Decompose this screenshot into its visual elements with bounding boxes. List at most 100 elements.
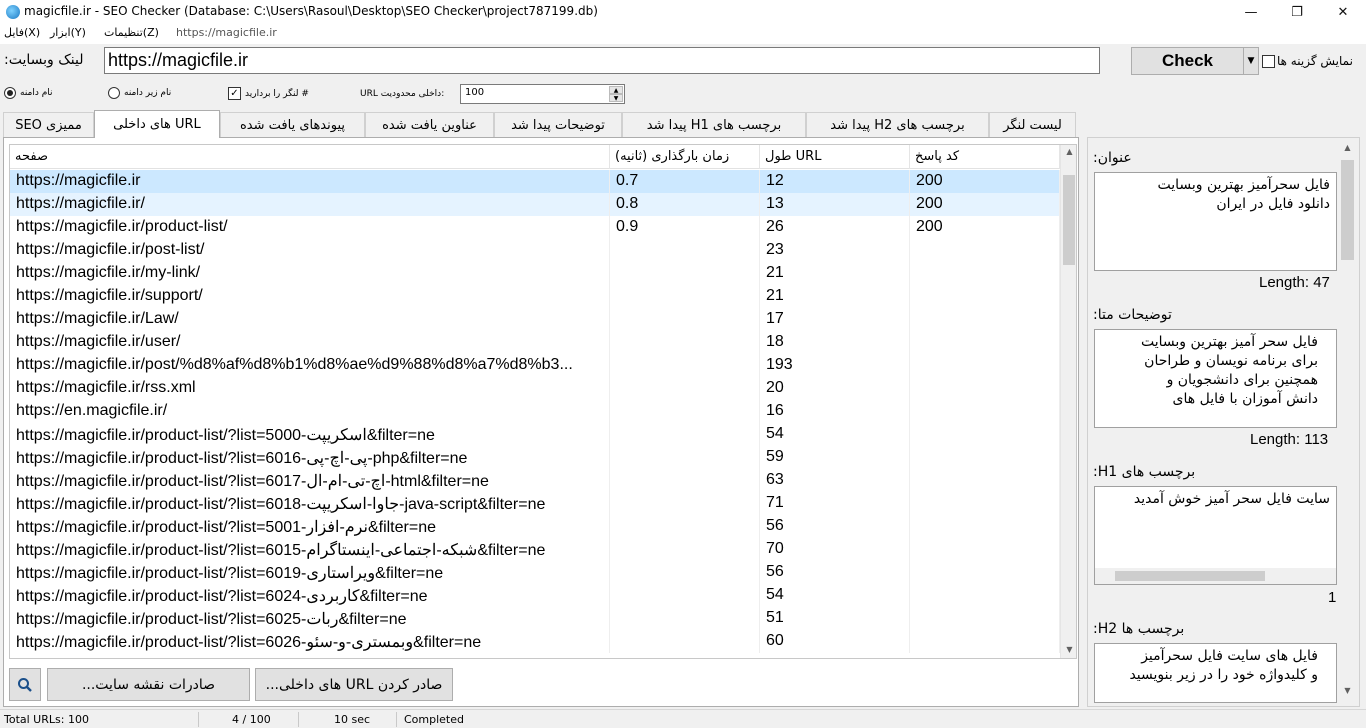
scroll-thumb[interactable]	[1063, 175, 1075, 265]
meta-description-length: Length: 113	[1250, 431, 1329, 448]
table-row[interactable]: https://magicfile.ir/post-list/23	[10, 239, 1060, 262]
tab-anchor-list[interactable]: لیست لنگر	[989, 112, 1076, 137]
title-textbox[interactable]: فایل سحرآمیز بهترین وبسایت دانلود فایل د…	[1094, 172, 1337, 271]
cell-url-length: 54	[760, 584, 910, 607]
header-page[interactable]: صفحه	[10, 145, 610, 169]
cell-status-code: 200	[910, 170, 1060, 193]
status-divider	[198, 712, 199, 727]
export-internal-urls-button[interactable]: صادر کردن URL های داخلی...	[255, 668, 453, 701]
table-row[interactable]: https://magicfile.ir/product-list/?list=…	[10, 515, 1060, 538]
minimize-icon[interactable]: —	[1228, 0, 1274, 24]
scroll-up-icon[interactable]: ▲	[1061, 147, 1076, 156]
cell-page: https://magicfile.ir/post/%d8%af%d8%b1%d…	[10, 354, 610, 377]
h1-label: برچسب های H1:	[1093, 464, 1196, 480]
cell-load-time	[610, 607, 760, 630]
cell-status-code	[910, 354, 1060, 377]
tab-descriptions[interactable]: توضیحات پیدا شد	[494, 112, 622, 137]
status-state: Completed	[404, 713, 464, 726]
cell-load-time: 0.8	[610, 193, 760, 216]
website-url-input[interactable]	[104, 47, 1100, 74]
table-row[interactable]: https://magicfile.ir/post/%d8%af%d8%b1%d…	[10, 354, 1060, 377]
radio-selected[interactable]	[4, 87, 16, 99]
table-row[interactable]: https://magicfile.ir/product-list/?list=…	[10, 446, 1060, 469]
table-row[interactable]: https://magicfile.ir/user/18	[10, 331, 1060, 354]
cell-page: https://magicfile.ir/my-link/	[10, 262, 610, 285]
h2-textbox[interactable]: فایل های سایت فایل سحرآمیز و کلیدواژه خو…	[1094, 643, 1337, 703]
header-load-time[interactable]: زمان بارگذاری (ثانیه)	[610, 145, 760, 169]
table-row[interactable]: https://magicfile.ir/product-list/?list=…	[10, 538, 1060, 561]
side-scroll-down-icon[interactable]: ▼	[1338, 686, 1357, 695]
checkbox-checked[interactable]: ✓	[228, 87, 241, 100]
h1-textbox[interactable]: سایت فایل سحر آمیز خوش آمدید	[1094, 486, 1337, 585]
close-icon[interactable]: ✕	[1320, 0, 1366, 24]
menu-settings[interactable]: تنظیمات(Z)	[104, 26, 159, 39]
menu-file[interactable]: فایل(X)	[4, 26, 40, 39]
meta-description-textbox[interactable]: فایل سحر آمیز بهترین وبسایت برای برنامه …	[1094, 329, 1337, 428]
cell-status-code	[910, 584, 1060, 607]
export-sitemap-button[interactable]: صادرات نقشه سایت...	[47, 668, 250, 701]
check-button[interactable]: Check	[1131, 47, 1244, 75]
status-divider	[298, 712, 299, 727]
limit-spinbox[interactable]: 100 ▲ ▼	[460, 84, 625, 104]
checkbox-box[interactable]	[1262, 54, 1275, 68]
maximize-icon[interactable]: ❐	[1274, 0, 1320, 24]
cell-page: https://magicfile.ir/product-list/?list=…	[10, 630, 610, 653]
spin-down-icon[interactable]: ▼	[609, 94, 623, 102]
tab-titles[interactable]: عناوین یافت شده	[365, 112, 494, 137]
scroll-down-icon[interactable]: ▼	[1061, 645, 1076, 654]
table-row[interactable]: https://magicfile.ir/product-list/?list=…	[10, 584, 1060, 607]
cell-url-length: 56	[760, 515, 910, 538]
tab-seo-audit[interactable]: SEO ممیزی	[3, 112, 94, 137]
table-scrollbar[interactable]: ▲ ▼	[1060, 145, 1076, 658]
cell-load-time	[610, 538, 760, 561]
table-row[interactable]: https://magicfile.ir/product-list/?list=…	[10, 469, 1060, 492]
cell-url-length: 26	[760, 216, 910, 239]
menu-tools[interactable]: ابزار(Y)	[50, 26, 86, 39]
tab-h1-tags[interactable]: پیدا شد H1 برچسب های	[622, 112, 806, 137]
cell-load-time	[610, 423, 760, 446]
subdomain-name-radio[interactable]: نام زیر دامنه	[108, 87, 171, 99]
table-row[interactable]: https://magicfile.ir/product-list/?list=…	[10, 630, 1060, 653]
header-status-code[interactable]: کد پاسخ	[910, 145, 1060, 169]
check-dropdown-icon[interactable]: ▼	[1244, 47, 1259, 75]
cell-url-length: 63	[760, 469, 910, 492]
cell-url-length: 23	[760, 239, 910, 262]
show-options-checkbox[interactable]: نمایش گزینه ها	[1262, 54, 1353, 68]
table-row[interactable]: https://en.magicfile.ir/16	[10, 400, 1060, 423]
cell-page: https://magicfile.ir/product-list/?list=…	[10, 423, 610, 446]
table-row[interactable]: https://magicfile.ir 0.7 12 200	[10, 170, 1060, 193]
side-scroll-up-icon[interactable]: ▲	[1338, 143, 1357, 152]
title-length: Length: 47	[1259, 274, 1330, 291]
table-row[interactable]: https://magicfile.ir/0.8 13 200	[10, 193, 1060, 216]
cell-load-time	[610, 308, 760, 331]
cell-page: https://magicfile.ir/rss.xml	[10, 377, 610, 400]
side-panel-scrollbar[interactable]: ▲ ▼	[1338, 140, 1357, 705]
tab-h2-tags[interactable]: پیدا شد H2 برچسب های	[806, 112, 989, 137]
status-divider	[396, 712, 397, 727]
table-row[interactable]: https://magicfile.ir/product-list/?list=…	[10, 561, 1060, 584]
cell-load-time	[610, 469, 760, 492]
tab-links[interactable]: پیوندهای یافت شده	[220, 112, 365, 137]
h1-hscrollbar[interactable]	[1095, 568, 1336, 584]
cell-status-code	[910, 331, 1060, 354]
table-row[interactable]: https://magicfile.ir/product-list/0.9 26 2…	[10, 216, 1060, 239]
table-row[interactable]: https://magicfile.ir/rss.xml 20	[10, 377, 1060, 400]
table-row[interactable]: https://magicfile.ir/product-list/?list=…	[10, 492, 1060, 515]
h1-hscroll-thumb[interactable]	[1115, 571, 1265, 581]
table-row[interactable]: https://magicfile.ir/my-link/21	[10, 262, 1060, 285]
strip-anchor-checkbox[interactable]: ✓ لنگر را بردارید #	[228, 87, 309, 100]
spin-up-icon[interactable]: ▲	[609, 86, 623, 94]
status-bar: Total URLs: 100 4 / 100 10 sec Completed	[0, 709, 1366, 728]
tab-internal-urls[interactable]: های داخلی URL	[94, 110, 220, 138]
domain-name-radio[interactable]: نام دامنه	[4, 87, 53, 99]
cell-page: https://magicfile.ir/support/	[10, 285, 610, 308]
table-row[interactable]: https://magicfile.ir/product-list/?list=…	[10, 423, 1060, 446]
radio-unselected[interactable]	[108, 87, 120, 99]
table-row[interactable]: https://magicfile.ir/support/21	[10, 285, 1060, 308]
cell-status-code	[910, 561, 1060, 584]
table-row[interactable]: https://magicfile.ir/product-list/?list=…	[10, 607, 1060, 630]
side-scroll-thumb[interactable]	[1341, 160, 1354, 260]
table-row[interactable]: https://magicfile.ir/Law/17	[10, 308, 1060, 331]
search-button[interactable]	[9, 668, 41, 701]
header-url-length[interactable]: طول URL	[760, 145, 910, 169]
